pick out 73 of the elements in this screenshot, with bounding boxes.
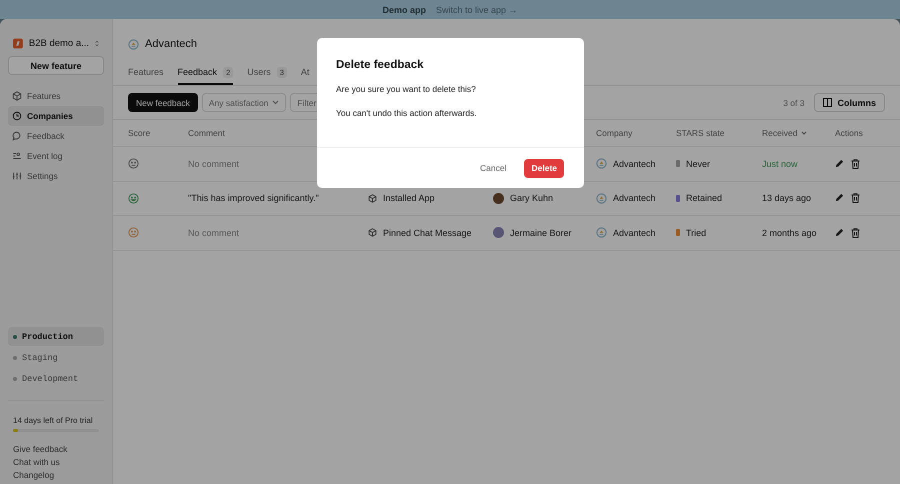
company-name: Advantech: [613, 158, 656, 169]
state-label: Retained: [686, 193, 722, 204]
nav-item[interactable]: Feedback: [8, 126, 104, 146]
logo-icon: [128, 38, 139, 50]
dialog-text: Are you sure you want to delete this?: [336, 84, 477, 94]
columns-button[interactable]: Columns: [814, 93, 885, 112]
logo-icon: [596, 192, 607, 204]
column-header[interactable]: Received: [762, 128, 835, 138]
clock-icon: [12, 111, 22, 121]
environment-item[interactable]: Production: [8, 327, 104, 346]
received-cell-text: 2 months ago: [762, 228, 818, 238]
dialog-title: Delete feedback: [335, 58, 425, 71]
footer-link[interactable]: Changelog: [8, 470, 104, 480]
log-icon: [12, 151, 22, 161]
received-cell-text: 13 days ago: [762, 193, 812, 204]
delete-button[interactable]: [851, 193, 860, 204]
logo-icon: [596, 158, 607, 170]
column-header: STARS state: [676, 128, 726, 138]
feature-name: Installed App: [383, 193, 435, 204]
footer-link[interactable]: Give feedback: [8, 444, 104, 454]
workspace-logo-icon: [13, 36, 23, 50]
user-name: Jermaine Borer: [510, 228, 572, 238]
dialog-text: You can't undo this action afterwards.: [336, 108, 478, 118]
chevron-down-icon: [272, 100, 280, 105]
column-header: Company: [596, 128, 634, 138]
banner-title: Demo app: [382, 4, 426, 14]
sliders-icon: [12, 171, 22, 181]
logo-icon: [596, 227, 607, 238]
column-header: Comment: [188, 128, 226, 138]
edit-button[interactable]: [835, 228, 844, 238]
column-header: Score: [128, 128, 152, 138]
tab[interactable]: Features: [128, 61, 164, 85]
cancel-button[interactable]: Cancel: [474, 162, 512, 174]
feature-name: Pinned Chat Message: [383, 228, 472, 238]
result-count: 3 of 3: [783, 98, 804, 108]
received-cell-text: Just now: [762, 158, 799, 169]
company-name: Advantech: [613, 228, 656, 238]
trial-text: 14 days left of Pro trial: [13, 416, 94, 425]
new-feedback-button[interactable]: New feedback: [128, 93, 198, 112]
chat-icon: [12, 131, 22, 141]
avatar: [493, 192, 504, 204]
nav-item[interactable]: Event log: [8, 146, 104, 166]
workspace-name[interactable]: B2B demo a...: [28, 38, 90, 48]
nav-item[interactable]: Features: [8, 86, 104, 106]
column-header: Actions: [835, 128, 864, 138]
edit-button[interactable]: [835, 193, 844, 204]
environment-item[interactable]: Staging: [8, 348, 104, 367]
comment-cell-text: No comment: [188, 158, 240, 169]
delete-button[interactable]: [851, 158, 860, 169]
tab[interactable]: At: [300, 61, 310, 85]
company-name: Advantech: [613, 193, 656, 204]
comment-cell-text: No comment: [188, 228, 240, 238]
nav-item[interactable]: Companies: [8, 106, 104, 126]
comment-cell-text: "This has improved significantly.": [188, 193, 320, 204]
edit-button[interactable]: [835, 158, 844, 169]
columns-icon: [823, 98, 832, 107]
satisfaction-dropdown[interactable]: Any satisfaction: [202, 93, 286, 112]
new-feature-button[interactable]: New feature: [8, 56, 104, 75]
live-app-link[interactable]: Switch to live app →: [436, 4, 518, 14]
feature-icon: [368, 228, 377, 238]
state-label: Tried: [686, 228, 706, 238]
cube-icon: [12, 91, 22, 101]
company-title: Advantech: [145, 38, 197, 50]
delete-button[interactable]: [851, 228, 860, 238]
footer-link[interactable]: Chat with us: [8, 457, 104, 467]
environment-item[interactable]: Development: [8, 369, 104, 388]
feature-icon: [368, 194, 377, 203]
sort-down-icon: [801, 131, 808, 135]
avatar: [493, 227, 504, 238]
user-name: Gary Kuhn: [510, 193, 554, 204]
delete-button[interactable]: Delete: [524, 158, 564, 178]
state-label: Never: [686, 158, 710, 169]
nav-item[interactable]: Settings: [8, 166, 104, 186]
